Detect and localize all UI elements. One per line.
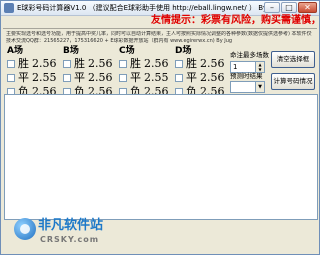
field-header: A场 xyxy=(7,46,23,56)
checkbox[interactable] xyxy=(119,60,127,68)
field-c: C场 胜 2.56 平 2.55 负 2.56 xyxy=(119,46,177,98)
description-line: 主要实现选号和选号功能，用于提高中奖几率，同时可以自动计算结果，主人可按照实际情… xyxy=(6,31,312,37)
option-odds: 2.56 xyxy=(200,71,225,84)
option-odds: 2.55 xyxy=(32,71,57,84)
description-line: 技术交流QQ群：21565227，175316620 + E球彩数据开放站（群内… xyxy=(6,37,233,44)
option-draw[interactable]: 平 2.55 xyxy=(119,71,177,85)
checkbox[interactable] xyxy=(7,60,15,68)
option-draw[interactable]: 平 2.56 xyxy=(63,71,121,85)
watermark-subtitle: CRSKY.com xyxy=(40,235,100,244)
option-label: 胜 xyxy=(186,57,197,70)
filter-select[interactable]: ▼ xyxy=(230,81,265,93)
description: 主要实现选号和选号功能，用于提高中奖几率，同时可以自动计算结果，主人可按照实际情… xyxy=(6,31,312,44)
app-window: E球彩号码计算器V1.0 （建议配合E球彩助手使用 http://eball.l… xyxy=(0,0,320,255)
close-button[interactable]: ✕ xyxy=(298,2,317,13)
checkbox[interactable] xyxy=(63,74,71,82)
maximize-button[interactable]: □ xyxy=(281,2,297,13)
risk-notice: 友情提示：彩票有风险，购买需谨慎，量力而行，理性投注 xyxy=(151,15,320,26)
app-icon xyxy=(4,3,14,13)
option-label: 胜 xyxy=(18,57,29,70)
field-header: D场 xyxy=(175,46,192,56)
field-header: B场 xyxy=(63,46,79,56)
option-label: 平 xyxy=(74,71,85,84)
option-label: 平 xyxy=(18,71,29,84)
watermark-title: 非凡软件站 xyxy=(38,218,104,233)
field-d: D场 胜 2.56 平 2.56 负 2.56 xyxy=(175,46,233,98)
option-draw[interactable]: 平 2.55 xyxy=(7,71,65,85)
checkbox[interactable] xyxy=(7,74,15,82)
minimize-button[interactable]: – xyxy=(264,2,280,13)
field-a: A场 胜 2.56 平 2.55 负 2.56 xyxy=(7,46,65,98)
chevron-down-icon[interactable]: ▼ xyxy=(255,82,264,92)
calculate-button[interactable]: 计算号码情况 xyxy=(271,73,315,90)
option-label: 平 xyxy=(186,71,197,84)
watermark-logo-highlight xyxy=(20,224,30,234)
checkbox[interactable] xyxy=(175,60,183,68)
field-header: C场 xyxy=(119,46,135,56)
option-draw[interactable]: 平 2.56 xyxy=(175,71,233,85)
option-win[interactable]: 胜 2.56 xyxy=(7,57,65,71)
results-area[interactable] xyxy=(4,94,318,220)
option-odds: 2.56 xyxy=(88,57,113,70)
checkbox[interactable] xyxy=(63,60,71,68)
option-odds: 2.56 xyxy=(32,57,57,70)
option-win[interactable]: 胜 2.56 xyxy=(175,57,233,71)
divider xyxy=(3,28,317,29)
title-bar[interactable]: E球彩号码计算器V1.0 （建议配合E球彩助手使用 http://eball.l… xyxy=(1,1,319,16)
option-win[interactable]: 胜 2.56 xyxy=(63,57,121,71)
option-label: 平 xyxy=(130,71,141,84)
filter-label: 预测时结果 xyxy=(230,72,263,80)
option-odds: 2.55 xyxy=(144,71,169,84)
checkbox[interactable] xyxy=(119,74,127,82)
checkbox[interactable] xyxy=(175,74,183,82)
option-win[interactable]: 胜 2.56 xyxy=(119,57,177,71)
clear-selection-button[interactable]: 清空选择框 xyxy=(271,51,315,68)
option-odds: 2.56 xyxy=(144,57,169,70)
option-label: 胜 xyxy=(130,57,141,70)
option-odds: 2.56 xyxy=(200,57,225,70)
option-odds: 2.56 xyxy=(88,71,113,84)
min-hits-label: 命注最多场数 xyxy=(230,51,269,59)
min-hits-value[interactable]: 1 xyxy=(233,62,237,72)
field-b: B场 胜 2.56 平 2.56 负 2.56 xyxy=(63,46,121,98)
option-label: 胜 xyxy=(74,57,85,70)
stepper-arrows-icon[interactable]: ▲ ▼ xyxy=(255,62,264,72)
window-title: E球彩号码计算器V1.0 （建议配合E球彩助手使用 http://eball.l… xyxy=(17,4,281,12)
